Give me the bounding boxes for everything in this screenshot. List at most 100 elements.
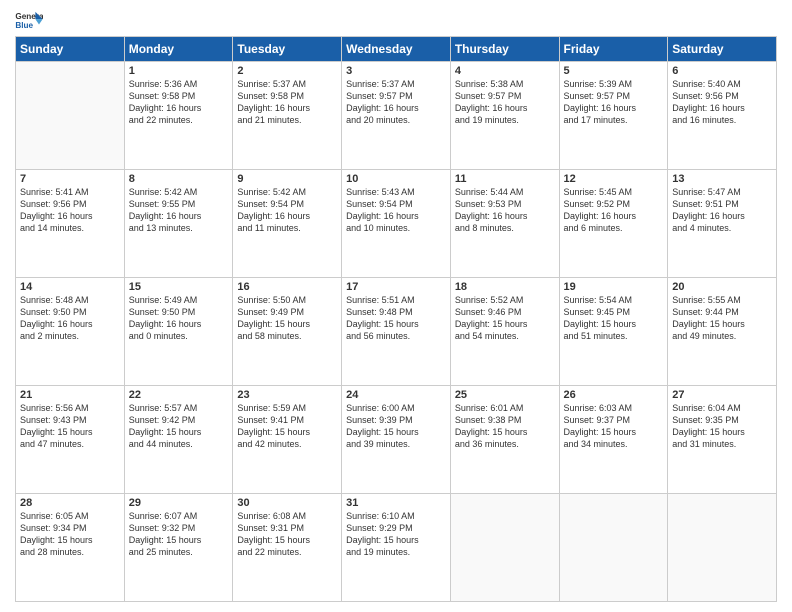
day-number: 21 [20,389,120,401]
calendar-cell: 10Sunrise: 5:43 AMSunset: 9:54 PMDayligh… [342,170,451,278]
day-number: 9 [237,173,337,185]
day-info: Sunrise: 5:48 AMSunset: 9:50 PMDaylight:… [20,294,120,343]
day-info: Sunrise: 6:10 AMSunset: 9:29 PMDaylight:… [346,510,446,559]
weekday-header-friday: Friday [559,37,668,62]
day-info: Sunrise: 5:57 AMSunset: 9:42 PMDaylight:… [129,402,229,451]
day-number: 10 [346,173,446,185]
day-number: 18 [455,281,555,293]
calendar-cell: 2Sunrise: 5:37 AMSunset: 9:58 PMDaylight… [233,62,342,170]
day-info: Sunrise: 5:44 AMSunset: 9:53 PMDaylight:… [455,186,555,235]
weekday-header-tuesday: Tuesday [233,37,342,62]
calendar-cell: 23Sunrise: 5:59 AMSunset: 9:41 PMDayligh… [233,386,342,494]
calendar-table: SundayMondayTuesdayWednesdayThursdayFrid… [15,36,777,602]
weekday-header-thursday: Thursday [450,37,559,62]
day-number: 13 [672,173,772,185]
calendar-cell [668,494,777,602]
calendar-cell: 16Sunrise: 5:50 AMSunset: 9:49 PMDayligh… [233,278,342,386]
day-number: 31 [346,497,446,509]
calendar-cell: 31Sunrise: 6:10 AMSunset: 9:29 PMDayligh… [342,494,451,602]
day-number: 17 [346,281,446,293]
calendar-cell: 25Sunrise: 6:01 AMSunset: 9:38 PMDayligh… [450,386,559,494]
calendar-cell: 5Sunrise: 5:39 AMSunset: 9:57 PMDaylight… [559,62,668,170]
day-number: 1 [129,65,229,77]
day-info: Sunrise: 6:04 AMSunset: 9:35 PMDaylight:… [672,402,772,451]
day-number: 26 [564,389,664,401]
calendar-cell [450,494,559,602]
svg-text:Blue: Blue [15,21,33,30]
day-info: Sunrise: 5:39 AMSunset: 9:57 PMDaylight:… [564,78,664,127]
day-info: Sunrise: 5:40 AMSunset: 9:56 PMDaylight:… [672,78,772,127]
day-info: Sunrise: 6:05 AMSunset: 9:34 PMDaylight:… [20,510,120,559]
day-number: 30 [237,497,337,509]
calendar-week-row: 1Sunrise: 5:36 AMSunset: 9:58 PMDaylight… [16,62,777,170]
calendar-cell [16,62,125,170]
day-number: 6 [672,65,772,77]
calendar-cell: 14Sunrise: 5:48 AMSunset: 9:50 PMDayligh… [16,278,125,386]
calendar-cell: 18Sunrise: 5:52 AMSunset: 9:46 PMDayligh… [450,278,559,386]
day-info: Sunrise: 5:49 AMSunset: 9:50 PMDaylight:… [129,294,229,343]
calendar-cell: 6Sunrise: 5:40 AMSunset: 9:56 PMDaylight… [668,62,777,170]
day-info: Sunrise: 6:03 AMSunset: 9:37 PMDaylight:… [564,402,664,451]
calendar-week-row: 21Sunrise: 5:56 AMSunset: 9:43 PMDayligh… [16,386,777,494]
calendar-cell: 7Sunrise: 5:41 AMSunset: 9:56 PMDaylight… [16,170,125,278]
calendar-cell: 13Sunrise: 5:47 AMSunset: 9:51 PMDayligh… [668,170,777,278]
calendar-cell: 12Sunrise: 5:45 AMSunset: 9:52 PMDayligh… [559,170,668,278]
weekday-header-monday: Monday [124,37,233,62]
calendar-cell: 28Sunrise: 6:05 AMSunset: 9:34 PMDayligh… [16,494,125,602]
calendar-week-row: 28Sunrise: 6:05 AMSunset: 9:34 PMDayligh… [16,494,777,602]
calendar-cell: 9Sunrise: 5:42 AMSunset: 9:54 PMDaylight… [233,170,342,278]
calendar-cell [559,494,668,602]
calendar-cell: 27Sunrise: 6:04 AMSunset: 9:35 PMDayligh… [668,386,777,494]
day-info: Sunrise: 6:01 AMSunset: 9:38 PMDaylight:… [455,402,555,451]
day-number: 3 [346,65,446,77]
calendar-cell: 26Sunrise: 6:03 AMSunset: 9:37 PMDayligh… [559,386,668,494]
day-info: Sunrise: 5:56 AMSunset: 9:43 PMDaylight:… [20,402,120,451]
day-number: 7 [20,173,120,185]
weekday-header-row: SundayMondayTuesdayWednesdayThursdayFrid… [16,37,777,62]
day-info: Sunrise: 5:36 AMSunset: 9:58 PMDaylight:… [129,78,229,127]
day-number: 22 [129,389,229,401]
calendar-cell: 20Sunrise: 5:55 AMSunset: 9:44 PMDayligh… [668,278,777,386]
day-number: 15 [129,281,229,293]
calendar-cell: 22Sunrise: 5:57 AMSunset: 9:42 PMDayligh… [124,386,233,494]
day-info: Sunrise: 6:00 AMSunset: 9:39 PMDaylight:… [346,402,446,451]
calendar-cell: 19Sunrise: 5:54 AMSunset: 9:45 PMDayligh… [559,278,668,386]
calendar-week-row: 7Sunrise: 5:41 AMSunset: 9:56 PMDaylight… [16,170,777,278]
day-info: Sunrise: 5:41 AMSunset: 9:56 PMDaylight:… [20,186,120,235]
day-number: 16 [237,281,337,293]
calendar-cell: 8Sunrise: 5:42 AMSunset: 9:55 PMDaylight… [124,170,233,278]
day-info: Sunrise: 5:50 AMSunset: 9:49 PMDaylight:… [237,294,337,343]
day-number: 28 [20,497,120,509]
calendar-cell: 15Sunrise: 5:49 AMSunset: 9:50 PMDayligh… [124,278,233,386]
day-info: Sunrise: 6:08 AMSunset: 9:31 PMDaylight:… [237,510,337,559]
calendar-cell: 11Sunrise: 5:44 AMSunset: 9:53 PMDayligh… [450,170,559,278]
calendar-week-row: 14Sunrise: 5:48 AMSunset: 9:50 PMDayligh… [16,278,777,386]
day-info: Sunrise: 5:59 AMSunset: 9:41 PMDaylight:… [237,402,337,451]
day-info: Sunrise: 5:42 AMSunset: 9:55 PMDaylight:… [129,186,229,235]
day-info: Sunrise: 5:52 AMSunset: 9:46 PMDaylight:… [455,294,555,343]
day-info: Sunrise: 5:45 AMSunset: 9:52 PMDaylight:… [564,186,664,235]
header: General Blue [15,10,777,30]
day-number: 23 [237,389,337,401]
day-number: 25 [455,389,555,401]
page: General Blue SundayMondayTuesdayWednesda… [0,0,792,612]
day-number: 2 [237,65,337,77]
day-number: 24 [346,389,446,401]
day-number: 8 [129,173,229,185]
weekday-header-wednesday: Wednesday [342,37,451,62]
calendar-cell: 1Sunrise: 5:36 AMSunset: 9:58 PMDaylight… [124,62,233,170]
day-info: Sunrise: 5:43 AMSunset: 9:54 PMDaylight:… [346,186,446,235]
weekday-header-sunday: Sunday [16,37,125,62]
logo: General Blue [15,10,43,30]
calendar-cell: 30Sunrise: 6:08 AMSunset: 9:31 PMDayligh… [233,494,342,602]
day-info: Sunrise: 5:42 AMSunset: 9:54 PMDaylight:… [237,186,337,235]
calendar-cell: 29Sunrise: 6:07 AMSunset: 9:32 PMDayligh… [124,494,233,602]
day-info: Sunrise: 5:37 AMSunset: 9:58 PMDaylight:… [237,78,337,127]
day-info: Sunrise: 6:07 AMSunset: 9:32 PMDaylight:… [129,510,229,559]
calendar-cell: 17Sunrise: 5:51 AMSunset: 9:48 PMDayligh… [342,278,451,386]
day-info: Sunrise: 5:54 AMSunset: 9:45 PMDaylight:… [564,294,664,343]
logo-icon: General Blue [15,10,43,30]
day-number: 19 [564,281,664,293]
day-number: 29 [129,497,229,509]
calendar-cell: 24Sunrise: 6:00 AMSunset: 9:39 PMDayligh… [342,386,451,494]
